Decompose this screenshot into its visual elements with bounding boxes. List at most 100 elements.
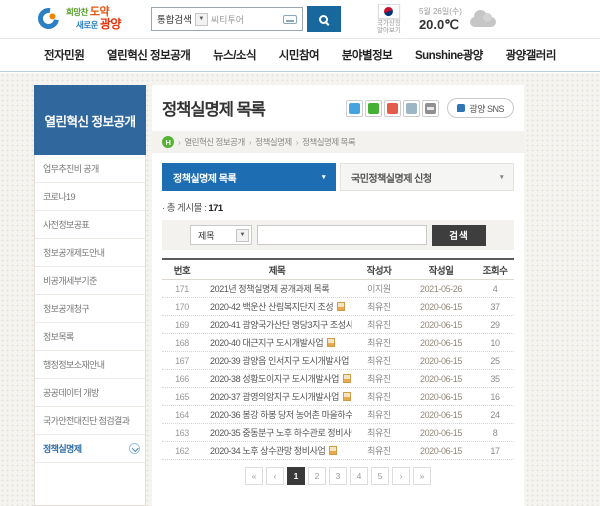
national-symbol-link[interactable]: 국가상징 알아보기	[367, 4, 411, 35]
breadcrumb-item[interactable]: › 열린혁신 정보공개	[174, 136, 245, 148]
row-number: 166	[162, 374, 202, 384]
sidebar-item[interactable]: 업무추진비 공개	[35, 155, 145, 183]
pagination-page-button[interactable]: 2	[308, 467, 326, 485]
pagination-page-button[interactable]: 3	[329, 467, 347, 485]
table-row[interactable]: 165 2020-37 광영의암지구 도시개발사업 최유진 2020-06-15…	[162, 388, 514, 406]
sidebar-item[interactable]: 사전정보공표	[35, 211, 145, 239]
table-body: 171 2021년 정책실명제 공개과제 목록 이지원 2021-05-26 4	[162, 280, 514, 460]
capture-button[interactable]	[403, 100, 420, 117]
row-title-link[interactable]: 2020-41 광양국가산단 명당3지구 조성사업	[202, 318, 352, 331]
page: 희망찬 도약 새로운 광양 통합검색 ▼ 국가상징 알아보기 5월 26일(수)…	[0, 0, 600, 506]
pagination-page-button[interactable]: 5	[371, 467, 389, 485]
board-search-bar: 제목 ▼ 검색	[162, 220, 514, 250]
band-share-button[interactable]	[365, 100, 382, 117]
board-search-input[interactable]	[257, 225, 427, 245]
search-category-select[interactable]: 통합검색	[157, 12, 192, 26]
sidebar-title: 열린혁신 정보공개	[34, 85, 146, 155]
chevron-down-icon[interactable]: ▼	[195, 13, 208, 26]
table-row[interactable]: 164 2020-36 봉강 하봉 당저 농어촌 마을하수.. 최유진 2020…	[162, 406, 514, 424]
row-author: 최유진	[352, 426, 406, 439]
table-row[interactable]: 166 2020-38 성황도이지구 도시개발사업 최유진 2020-06-15…	[162, 370, 514, 388]
nav-item[interactable]: 열린혁신 정보공개	[107, 47, 190, 63]
row-title-link[interactable]: 2020-40 대근지구 도시개발사업	[202, 336, 352, 349]
row-title-link[interactable]: 2020-39 광양읍 인서지구 도시개발사업	[202, 354, 352, 367]
pagination-page-button[interactable]: 1	[287, 467, 305, 485]
pagination-page-button[interactable]: 4	[350, 467, 368, 485]
row-views: 10	[476, 338, 514, 348]
sidebar-item[interactable]: 행정정보소재안내	[35, 351, 145, 379]
table-row[interactable]: 167 2020-39 광양읍 인서지구 도시개발사업 최유진 2020-06-…	[162, 352, 514, 370]
row-views: 8	[476, 428, 514, 438]
pagination-last-button[interactable]: »	[413, 467, 431, 485]
weather-temperature: 20.0℃	[419, 17, 462, 33]
table-row[interactable]: 168 2020-40 대근지구 도시개발사업 최유진 2020-06-15 1…	[162, 334, 514, 352]
site-logo[interactable]: 희망찬 도약 새로운 광양	[38, 7, 121, 31]
list-section: 정책실명제 목록 ▾ 국민정책실명제 신청 ▾ · 총 게시물 : 171	[152, 153, 524, 506]
table-row[interactable]: 171 2021년 정책실명제 공개과제 목록 이지원 2021-05-26 4	[162, 280, 514, 298]
row-views: 25	[476, 356, 514, 366]
nav-item[interactable]: Sunshine광양	[415, 47, 483, 63]
tab[interactable]: 국민정책실명제 신청 ▾	[340, 163, 514, 191]
breadcrumb-item[interactable]: › 정책실명제	[245, 136, 292, 148]
table-row[interactable]: 169 2020-41 광양국가산단 명당3지구 조성사업 최유진 2020-0…	[162, 316, 514, 334]
sidebar-item[interactable]: 정보공개제도안내	[35, 239, 145, 267]
twitter-icon	[349, 103, 360, 114]
search-icon	[319, 15, 328, 24]
home-icon[interactable]: H	[162, 136, 174, 148]
print-button[interactable]	[422, 100, 439, 117]
pagination: « ‹ 12345 › »	[162, 467, 514, 485]
row-title-link[interactable]: 2020-42 백운산 산림복지단지 조성	[202, 300, 352, 313]
virtual-keyboard-icon[interactable]	[283, 15, 297, 24]
row-title-link[interactable]: 2020-34 노후 상수관망 정비사업	[202, 444, 352, 457]
row-number: 168	[162, 338, 202, 348]
row-views: 17	[476, 446, 514, 456]
sidebar-item[interactable]: 정보목록	[35, 323, 145, 351]
sidebar-item[interactable]: 공공데이터 개방	[35, 379, 145, 407]
search-field-select[interactable]: 제목 ▼	[190, 225, 252, 245]
sidebar-item[interactable]: 코로나19	[35, 183, 145, 211]
global-search-button[interactable]	[307, 6, 341, 32]
global-search-box: 통합검색 ▼	[151, 7, 303, 31]
breadcrumb-items: › 열린혁신 정보공개 › 정책실명제 › 정책실명제 목록	[174, 136, 355, 148]
sidebar-item[interactable]: 정보공개청구	[35, 295, 145, 323]
row-title-link[interactable]: 2020-36 봉강 하봉 당저 농어촌 마을하수..	[202, 408, 352, 421]
row-author: 최유진	[352, 372, 406, 385]
pagination-prev-button[interactable]: ‹	[266, 467, 284, 485]
logo-line2: 새로운	[76, 20, 98, 30]
table-row[interactable]: 163 2020-35 중동분구 노후 하수관로 정비사업 최유진 2020-0…	[162, 424, 514, 442]
total-label: · 총 게시물 :	[162, 203, 206, 214]
twitter-share-button[interactable]	[346, 100, 363, 117]
row-title-link[interactable]: 2020-38 성황도이지구 도시개발사업	[202, 372, 352, 385]
gwangyang-sns-button[interactable]: 광양 SNS	[447, 98, 514, 118]
nav-item[interactable]: 광양갤러리	[506, 47, 556, 63]
tabs: 정책실명제 목록 ▾ 국민정책실명제 신청 ▾	[162, 163, 514, 191]
pagination-first-button[interactable]: «	[245, 467, 263, 485]
pagination-next-button[interactable]: ›	[392, 467, 410, 485]
row-title-link[interactable]: 2021년 정책실명제 공개과제 목록	[202, 282, 352, 295]
board-search-button[interactable]: 검색	[432, 225, 486, 246]
logo-brand: 광양	[100, 17, 121, 31]
row-views: 4	[476, 284, 514, 294]
row-views: 29	[476, 320, 514, 330]
table-header-cell: 작성자	[352, 263, 406, 277]
row-number: 169	[162, 320, 202, 330]
sidebar-item[interactable]: 비공개세부기준	[35, 267, 145, 295]
row-date: 2020-06-15	[406, 446, 476, 456]
global-search-input[interactable]	[211, 14, 273, 24]
table-row[interactable]: 170 2020-42 백운산 산림복지단지 조성 최유진 2020-06-15…	[162, 298, 514, 316]
nav-item[interactable]: 시민참여	[279, 47, 319, 63]
table-row[interactable]: 162 2020-34 노후 상수관망 정비사업 최유진 2020-06-15 …	[162, 442, 514, 460]
breadcrumb-item[interactable]: › 정책실명제 목록	[292, 136, 355, 148]
kakaostory-share-button[interactable]	[384, 100, 401, 117]
nav-item[interactable]: 뉴스/소식	[213, 47, 256, 63]
row-views: 35	[476, 374, 514, 384]
row-number: 171	[162, 284, 202, 294]
tab[interactable]: 정책실명제 목록 ▾	[162, 163, 336, 191]
nav-item[interactable]: 전자민원	[44, 47, 84, 63]
row-title-link[interactable]: 2020-37 광영의암지구 도시개발사업	[202, 390, 352, 403]
table-header-cell: 작성일	[406, 263, 476, 277]
nav-item[interactable]: 분야별정보	[342, 47, 392, 63]
sidebar-item[interactable]: 정책실명제	[35, 435, 145, 463]
sidebar-item[interactable]: 국가안전대진단 점검결과	[35, 407, 145, 435]
row-title-link[interactable]: 2020-35 중동분구 노후 하수관로 정비사업	[202, 426, 352, 439]
